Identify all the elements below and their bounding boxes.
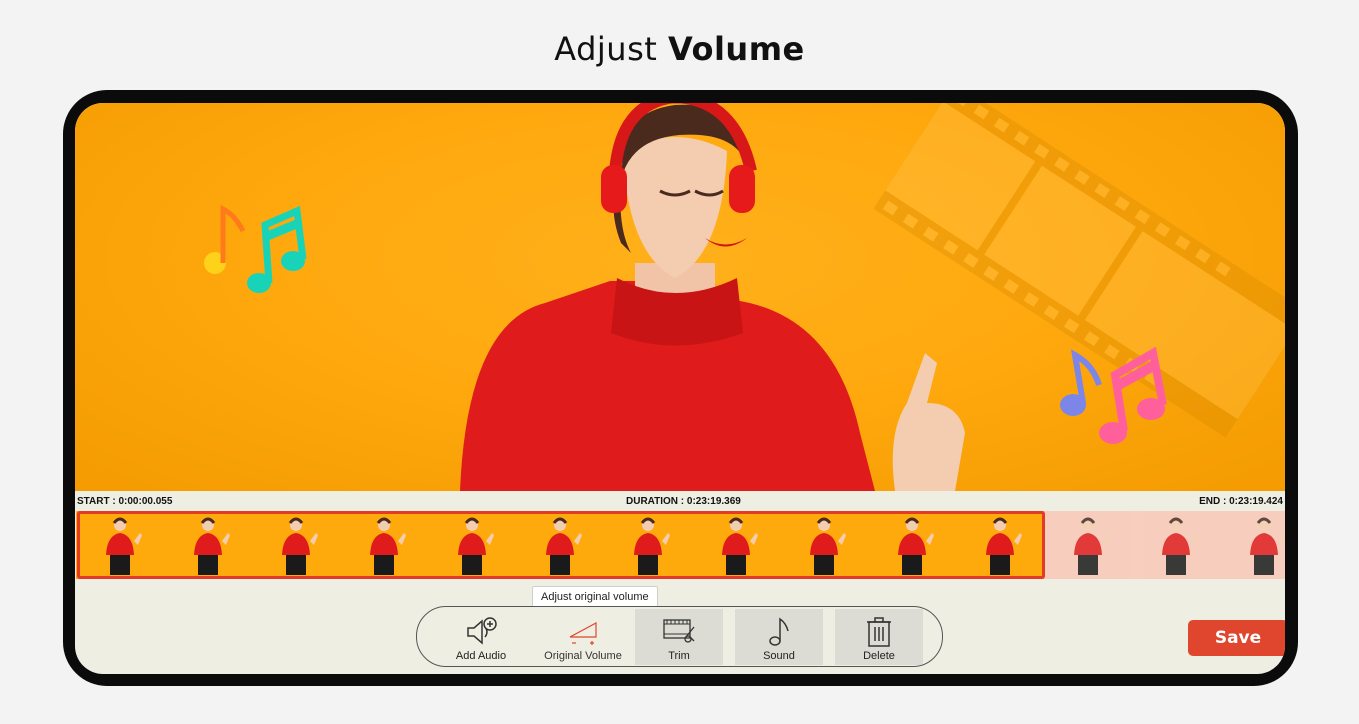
timeline-strip[interactable] bbox=[76, 511, 1285, 579]
speaker-plus-icon bbox=[467, 617, 497, 645]
duration-time: DURATION : 0:23:19.369 bbox=[626, 496, 741, 507]
volume-ramp-icon bbox=[569, 621, 597, 645]
save-button[interactable]: Save bbox=[1188, 620, 1285, 656]
timeline-info: START : 0:00:00.055 DURATION : 0:23:19.3… bbox=[75, 496, 1285, 510]
original-volume-button[interactable]: Original Volume bbox=[533, 609, 633, 665]
editor-toolbar: Add Audio Original Volume Trim Sound Del… bbox=[416, 606, 943, 667]
music-notes-right-icon bbox=[1060, 346, 1167, 444]
selection-range[interactable] bbox=[77, 511, 1045, 579]
sound-button[interactable]: Sound bbox=[735, 609, 823, 665]
trim-button[interactable]: Trim bbox=[635, 609, 723, 665]
preview-illustration bbox=[204, 103, 1285, 491]
trim-label: Trim bbox=[668, 650, 690, 662]
film-scissors-icon bbox=[663, 619, 695, 643]
heading-prefix: Adjust bbox=[554, 30, 658, 68]
page-heading: Adjust Volume bbox=[0, 30, 1359, 68]
woman-with-headphones-image bbox=[460, 103, 965, 491]
sound-label: Sound bbox=[763, 650, 795, 662]
video-preview[interactable] bbox=[75, 103, 1285, 491]
original-volume-label: Original Volume bbox=[544, 650, 622, 662]
editor-screen: START : 0:00:00.055 DURATION : 0:23:19.3… bbox=[75, 103, 1285, 674]
heading-bold: Volume bbox=[667, 30, 805, 68]
delete-button[interactable]: Delete bbox=[835, 609, 923, 665]
timeline-thumbnail bbox=[1132, 511, 1220, 579]
music-note-icon bbox=[769, 617, 789, 646]
start-time: START : 0:00:00.055 bbox=[77, 496, 173, 507]
add-audio-label: Add Audio bbox=[455, 650, 507, 662]
music-notes-left-icon bbox=[204, 204, 307, 293]
delete-label: Delete bbox=[863, 650, 895, 662]
trash-icon bbox=[867, 617, 891, 647]
end-time: END : 0:23:19.424 bbox=[1199, 496, 1283, 507]
timeline-thumbnail bbox=[1044, 511, 1132, 579]
timeline-thumbnail bbox=[1220, 511, 1285, 579]
add-audio-button[interactable]: Add Audio bbox=[437, 609, 525, 665]
